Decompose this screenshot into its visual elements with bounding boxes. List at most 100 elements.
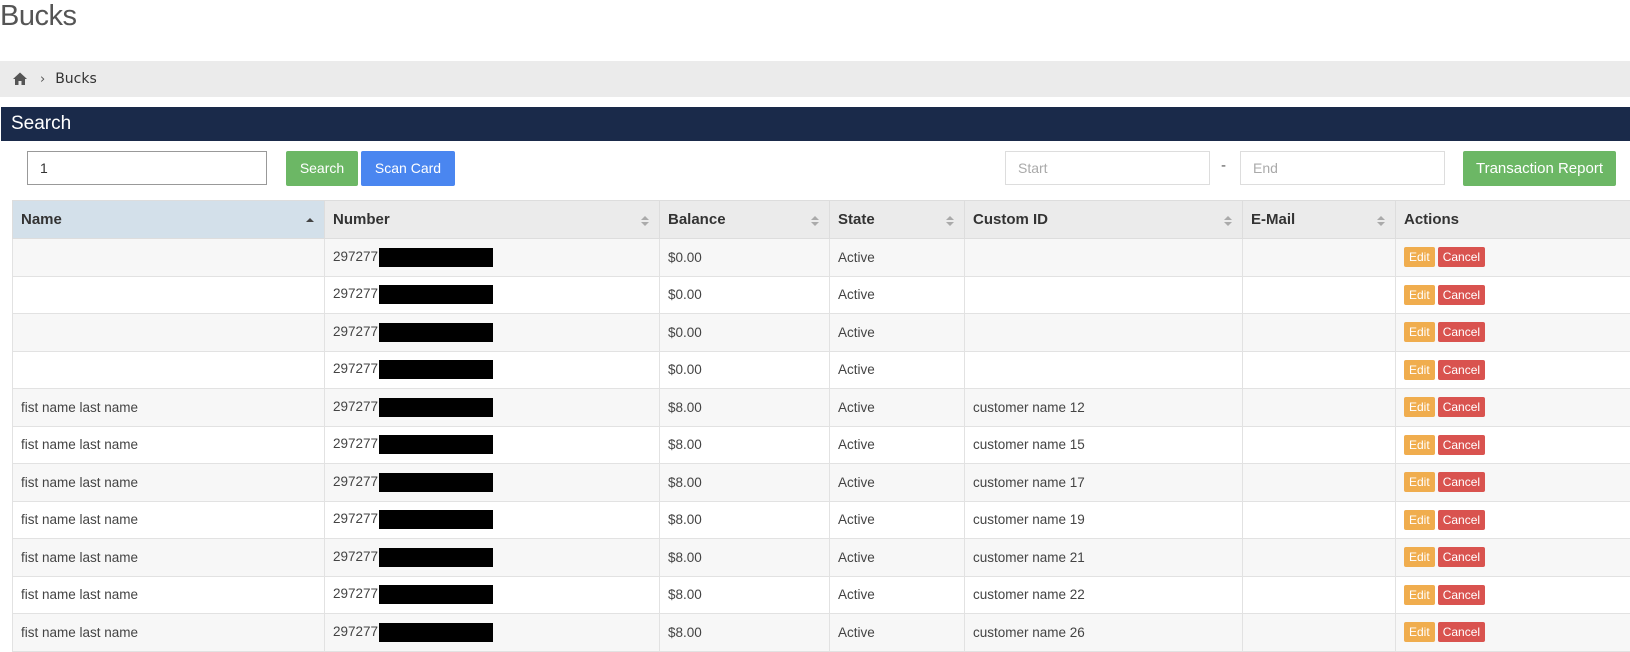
cell-custom-id: customer name 17 bbox=[965, 464, 1243, 502]
transaction-report-button[interactable]: Transaction Report bbox=[1463, 151, 1616, 186]
cell-balance: $8.00 bbox=[660, 539, 830, 577]
cell-name bbox=[13, 239, 325, 277]
cell-actions: EditCancel bbox=[1396, 576, 1630, 614]
cell-state: Active bbox=[830, 314, 965, 352]
cancel-button[interactable]: Cancel bbox=[1438, 472, 1485, 492]
cell-actions: EditCancel bbox=[1396, 351, 1630, 389]
cancel-button[interactable]: Cancel bbox=[1438, 397, 1485, 417]
edit-button[interactable]: Edit bbox=[1404, 322, 1435, 342]
table-row: fist name last name297277$8.00Activecust… bbox=[13, 501, 1630, 539]
bucks-table: Name Number Balance State Custom IDE-Mail Act… bbox=[12, 200, 1630, 652]
cell-name bbox=[13, 314, 325, 352]
cell-number: 297277 bbox=[325, 426, 660, 464]
cell-email bbox=[1243, 576, 1396, 614]
table-body: 297277$0.00ActiveEditCancel297277$0.00Ac… bbox=[13, 239, 1630, 652]
cell-name: fist name last name bbox=[13, 576, 325, 614]
cell-state: Active bbox=[830, 464, 965, 502]
cell-balance: $8.00 bbox=[660, 576, 830, 614]
cell-state: Active bbox=[830, 539, 965, 577]
table-row: fist name last name297277$8.00Activecust… bbox=[13, 614, 1630, 652]
search-input[interactable]: 1 bbox=[27, 151, 267, 185]
card-number-prefix: 297277 bbox=[333, 436, 378, 451]
cell-balance: $8.00 bbox=[660, 614, 830, 652]
cancel-button[interactable]: Cancel bbox=[1438, 510, 1485, 530]
redacted-block bbox=[379, 285, 493, 304]
redacted-block bbox=[379, 585, 493, 604]
edit-button[interactable]: Edit bbox=[1404, 547, 1435, 567]
edit-button[interactable]: Edit bbox=[1404, 585, 1435, 605]
column-header-label: Name bbox=[21, 211, 62, 228]
home-icon[interactable] bbox=[12, 71, 28, 87]
cancel-button[interactable]: Cancel bbox=[1438, 247, 1485, 267]
cell-email bbox=[1243, 501, 1396, 539]
cell-number: 297277 bbox=[325, 539, 660, 577]
cell-name: fist name last name bbox=[13, 464, 325, 502]
cell-email bbox=[1243, 464, 1396, 502]
cell-name: fist name last name bbox=[13, 389, 325, 427]
cell-actions: EditCancel bbox=[1396, 501, 1630, 539]
column-header-e-mail[interactable]: E-Mail bbox=[1243, 201, 1396, 239]
search-button[interactable]: Search bbox=[286, 151, 358, 186]
redacted-block bbox=[379, 435, 493, 454]
sort-icon bbox=[641, 214, 649, 226]
edit-button[interactable]: Edit bbox=[1404, 360, 1435, 380]
cell-custom-id: customer name 15 bbox=[965, 426, 1243, 464]
column-header-label: State bbox=[838, 211, 875, 228]
column-header-custom-id[interactable]: Custom ID bbox=[965, 201, 1243, 239]
edit-button[interactable]: Edit bbox=[1404, 472, 1435, 492]
end-date-input[interactable]: End bbox=[1240, 151, 1445, 185]
cell-state: Active bbox=[830, 276, 965, 314]
table-header-row: Name Number Balance State Custom IDE-Mail Act… bbox=[13, 201, 1630, 239]
cell-email bbox=[1243, 239, 1396, 277]
table-row: fist name last name297277$8.00Activecust… bbox=[13, 539, 1630, 577]
chevron-right-icon: › bbox=[40, 72, 45, 87]
edit-button[interactable]: Edit bbox=[1404, 397, 1435, 417]
redacted-block bbox=[379, 548, 493, 567]
start-date-input[interactable]: Start bbox=[1005, 151, 1210, 185]
cell-actions: EditCancel bbox=[1396, 276, 1630, 314]
redacted-block bbox=[379, 510, 493, 529]
redacted-block bbox=[379, 473, 493, 492]
column-header-number[interactable]: Number bbox=[325, 201, 660, 239]
column-header-state[interactable]: State bbox=[830, 201, 965, 239]
cell-balance: $8.00 bbox=[660, 389, 830, 427]
panel-title: Search bbox=[1, 107, 1630, 141]
table-row: fist name last name297277$8.00Activecust… bbox=[13, 426, 1630, 464]
card-number-prefix: 297277 bbox=[333, 586, 378, 601]
scan-card-button[interactable]: Scan Card bbox=[361, 151, 455, 186]
cell-balance: $0.00 bbox=[660, 239, 830, 277]
cancel-button[interactable]: Cancel bbox=[1438, 285, 1485, 305]
cell-state: Active bbox=[830, 389, 965, 427]
edit-button[interactable]: Edit bbox=[1404, 435, 1435, 455]
edit-button[interactable]: Edit bbox=[1404, 510, 1435, 530]
cell-balance: $8.00 bbox=[660, 464, 830, 502]
breadcrumb: › Bucks bbox=[0, 61, 1630, 97]
edit-button[interactable]: Edit bbox=[1404, 247, 1435, 267]
cancel-button[interactable]: Cancel bbox=[1438, 547, 1485, 567]
cell-balance: $8.00 bbox=[660, 426, 830, 464]
table-row: fist name last name297277$8.00Activecust… bbox=[13, 464, 1630, 502]
sort-icon bbox=[946, 214, 954, 226]
cancel-button[interactable]: Cancel bbox=[1438, 585, 1485, 605]
card-number-prefix: 297277 bbox=[333, 361, 378, 376]
sort-icon bbox=[1377, 214, 1385, 226]
cell-number: 297277 bbox=[325, 389, 660, 427]
column-header-label: Number bbox=[333, 211, 390, 228]
edit-button[interactable]: Edit bbox=[1404, 285, 1435, 305]
cell-name bbox=[13, 351, 325, 389]
redacted-block bbox=[379, 248, 493, 267]
edit-button[interactable]: Edit bbox=[1404, 622, 1435, 642]
column-header-label: Actions bbox=[1404, 211, 1459, 228]
cell-state: Active bbox=[830, 614, 965, 652]
cell-number: 297277 bbox=[325, 501, 660, 539]
cell-custom-id bbox=[965, 276, 1243, 314]
card-number-prefix: 297277 bbox=[333, 399, 378, 414]
cell-name: fist name last name bbox=[13, 426, 325, 464]
cancel-button[interactable]: Cancel bbox=[1438, 622, 1485, 642]
cancel-button[interactable]: Cancel bbox=[1438, 360, 1485, 380]
column-header-balance[interactable]: Balance bbox=[660, 201, 830, 239]
cancel-button[interactable]: Cancel bbox=[1438, 435, 1485, 455]
cancel-button[interactable]: Cancel bbox=[1438, 322, 1485, 342]
column-header-name[interactable]: Name bbox=[13, 201, 325, 239]
cell-number: 297277 bbox=[325, 464, 660, 502]
